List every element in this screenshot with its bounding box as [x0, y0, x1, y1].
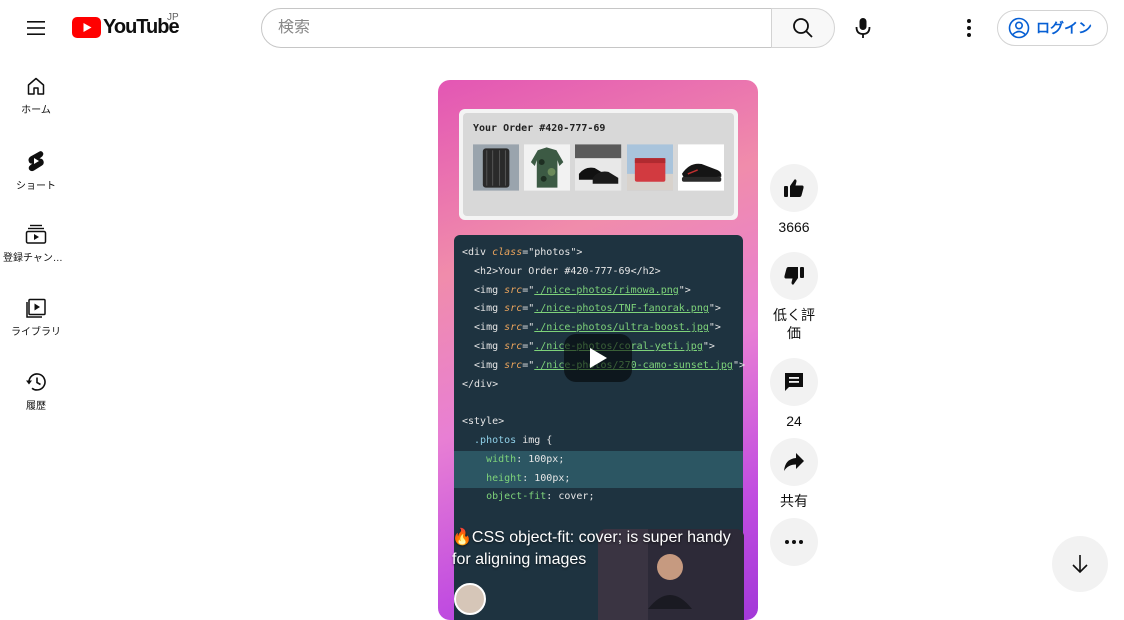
code-line: object-fit: cover;: [462, 491, 595, 503]
play-button[interactable]: [564, 334, 632, 382]
sidebar-item-library[interactable]: ライブラリ: [0, 278, 72, 352]
search-box[interactable]: [261, 8, 772, 48]
account-circle-icon: [1008, 17, 1030, 39]
arrow-down-icon: [1072, 555, 1088, 574]
dislike-label: 低く評価: [773, 307, 815, 341]
sidebar-item-history[interactable]: 履歴: [0, 352, 72, 426]
menu-button[interactable]: [20, 14, 52, 42]
product-photo-luggage: [473, 144, 520, 191]
like-action: 3666: [769, 164, 819, 236]
share-icon: [784, 453, 804, 471]
shorts-icon: [28, 151, 44, 172]
thumbs-up-icon: [784, 179, 804, 197]
more-actions-button[interactable]: [770, 518, 818, 566]
dislike-button[interactable]: [770, 252, 818, 300]
comments-action: 24: [769, 358, 819, 430]
order-photos: [473, 144, 725, 191]
history-icon: [26, 373, 46, 391]
settings-more-button[interactable]: [952, 10, 986, 46]
share-label: 共有: [780, 493, 808, 509]
channel-avatar[interactable]: [454, 583, 486, 615]
code-line: <img src="./nice-photos/rimowa.png">: [462, 284, 691, 296]
video-title[interactable]: 🔥CSS object-fit: cover; is super handy f…: [452, 527, 742, 571]
sidebar-item-label: ホーム: [21, 105, 51, 116]
microphone-icon: [855, 18, 871, 38]
search-icon: [793, 18, 813, 38]
sidebar-item-label: 履歴: [26, 401, 46, 412]
region-code: JP: [167, 12, 179, 23]
share-action: 共有: [769, 438, 819, 510]
masthead: YouTube JP ログイン: [0, 0, 1124, 56]
play-icon: [590, 348, 607, 368]
login-label: ログイン: [1036, 20, 1092, 36]
more-vertical-icon: [967, 19, 971, 37]
code-line: <style>: [462, 416, 505, 428]
youtube-logo[interactable]: YouTube: [72, 16, 180, 39]
like-count: 3666: [778, 219, 810, 235]
sidebar-item-label: ライブラリ: [11, 327, 61, 338]
code-line: height: 100px;: [454, 469, 743, 489]
hamburger-icon: [27, 21, 45, 35]
code-line: <div class="photos">: [462, 247, 583, 258]
search-button[interactable]: [771, 8, 835, 48]
sidebar-item-home[interactable]: ホーム: [0, 56, 72, 130]
sidebar-item-label: 登録チャンネル: [3, 253, 69, 264]
shorts-video-player[interactable]: Your Order #420-777-69 <div class="photo…: [438, 80, 758, 620]
code-line: <h2>Your Order #420-777-69</h2>: [462, 265, 661, 277]
product-photo-sneakers-black: [575, 144, 622, 191]
subscriptions-icon: [25, 224, 47, 244]
code-line: width: 100px;: [454, 450, 743, 470]
search-input[interactable]: [278, 19, 771, 37]
sidebar-item-subscriptions[interactable]: 登録チャンネル: [0, 204, 72, 278]
more-horizontal-icon: [785, 540, 803, 544]
more-action: [769, 518, 819, 566]
like-button[interactable]: [770, 164, 818, 212]
code-line: <img src="./nice-photos/TNF-fanorak.png"…: [462, 303, 721, 315]
product-photo-cooler: [626, 144, 673, 191]
dislike-action: 低く評価: [769, 252, 819, 342]
home-icon: [27, 77, 45, 95]
share-button[interactable]: [770, 438, 818, 486]
login-button[interactable]: ログイン: [997, 10, 1108, 46]
library-icon: [26, 298, 46, 318]
next-video-button[interactable]: [1052, 536, 1108, 592]
product-photo-sneaker-sunset: [677, 144, 725, 191]
comments-button[interactable]: [770, 358, 818, 406]
video-frame-order-card: Your Order #420-777-69: [459, 109, 738, 220]
voice-search-button[interactable]: [844, 9, 882, 47]
sidebar-item-label: ショート: [16, 181, 56, 192]
comment-icon: [785, 373, 803, 391]
sidebar-item-shorts[interactable]: ショート: [0, 130, 72, 204]
youtube-play-logo-icon: [72, 17, 101, 38]
product-photo-jacket: [524, 144, 571, 191]
code-line: .photos img {: [462, 434, 553, 446]
comment-count: 24: [786, 413, 802, 429]
order-title: Your Order #420-777-69: [473, 123, 606, 134]
thumbs-down-icon: [784, 267, 804, 285]
shorts-action-bar: 3666 低く評価 24 共有: [769, 164, 819, 566]
guide-sidebar: ホーム ショート 登録チャンネル ライブラリ 履歴: [0, 56, 72, 426]
